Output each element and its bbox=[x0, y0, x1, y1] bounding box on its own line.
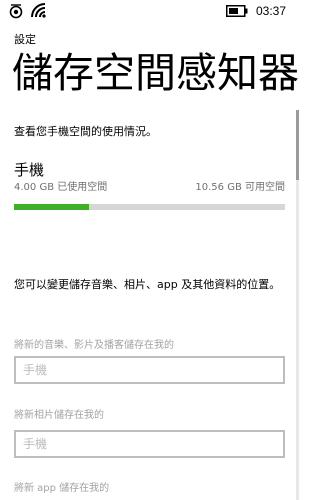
music-location-select[interactable]: 手機 bbox=[14, 356, 285, 384]
photos-location-select[interactable]: 手機 bbox=[14, 430, 285, 458]
page-title: 儲存空間感知器 bbox=[12, 49, 299, 97]
storage-usage-bar bbox=[14, 204, 285, 210]
cellular-signal-icon bbox=[9, 4, 23, 19]
photos-location-value: 手機 bbox=[23, 437, 48, 451]
status-time: 03:37 bbox=[255, 4, 286, 18]
storage-name[interactable]: 手機 bbox=[14, 160, 44, 180]
storage-free-label: 10.56 GB 可用空間 bbox=[195, 182, 285, 193]
storage-used-label: 4.00 GB 已使用空間 bbox=[14, 182, 108, 193]
page-title-container: 儲存空間感知器 bbox=[0, 44, 300, 106]
wifi-icon bbox=[31, 3, 46, 18]
music-location-value: 手機 bbox=[23, 363, 48, 377]
change-location-info: 您可以變更儲存音樂、相片、app 及其他資料的位置。 bbox=[14, 278, 281, 291]
music-location-label: 將新的音樂、影片及播客儲存在我的 bbox=[14, 340, 174, 351]
storage-usage-fill bbox=[14, 204, 89, 210]
apps-location-label: 將新 app 儲存在我的 bbox=[14, 483, 110, 494]
status-right: 03:37 bbox=[225, 3, 286, 19]
scrollbar-thumb[interactable] bbox=[296, 110, 299, 180]
photos-location-label: 將新相片儲存在我的 bbox=[14, 410, 104, 421]
storage-description: 查看您手機空間的使用情況。 bbox=[14, 125, 157, 138]
battery-icon bbox=[225, 5, 248, 17]
scrollbar[interactable] bbox=[296, 110, 299, 500]
status-left bbox=[9, 3, 49, 19]
status-bar: 03:37 bbox=[0, 0, 300, 22]
